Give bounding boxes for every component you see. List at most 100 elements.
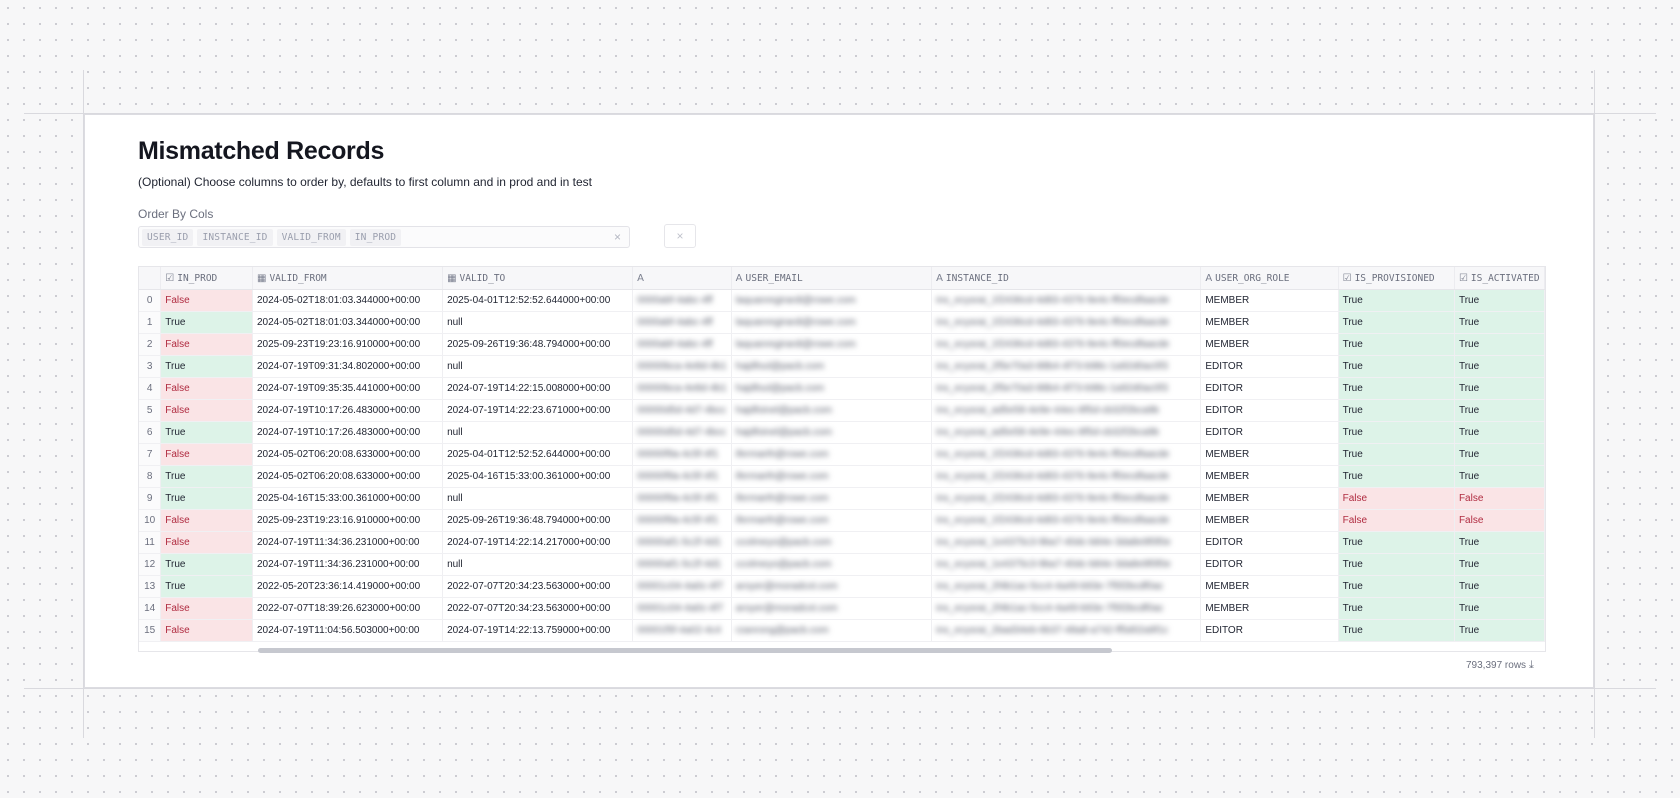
valid-to-cell: 2025-04-16T15:33:00.361000+00:00 <box>442 465 634 488</box>
horizontal-scrollbar[interactable] <box>258 648 1112 653</box>
table-row[interactable]: 9 True 2025-04-16T15:33:00.361000+00:00 nul… <box>139 487 1545 510</box>
clear-selection-icon[interactable]: × <box>614 230 621 244</box>
user-org-role-cell: MEMBER <box>1200 509 1339 532</box>
is-provisioned-cell: True <box>1338 575 1455 598</box>
instance-id-cell: ins_ecysrai_2bad34eb-6b37-48a8-a742-ff5d… <box>931 619 1202 642</box>
user-org-role-cell: EDITOR <box>1200 399 1339 422</box>
is-provisioned-cell: True <box>1338 597 1455 620</box>
records-table[interactable]: ☑ IN_PROD ▦ VALID_FROM ▦ VALID_TO A A USER_EMAIL… <box>138 266 1546 652</box>
instance-id-cell: ins_ecysrai_1f2436cd-4d83-4376-9e4c-ff0e… <box>931 289 1202 312</box>
is-provisioned-cell: True <box>1338 355 1455 378</box>
user-id-cell: 0000abf-4abc-4ff <box>632 311 732 334</box>
is-provisioned-cell: False <box>1338 487 1455 510</box>
column-header[interactable]: ☑ IS_ACTIVATED <box>1454 267 1545 290</box>
in-prod-cell: False <box>160 377 253 400</box>
column-header[interactable]: ▦ VALID_FROM <box>252 267 444 290</box>
user-org-role-cell: MEMBER <box>1200 487 1339 510</box>
user-org-role-cell: EDITOR <box>1200 377 1339 400</box>
table-row[interactable]: 14 False 2022-07-07T18:39:26.623000+00:00 2… <box>139 597 1545 620</box>
valid-from-cell: 2024-07-19T09:31:34.802000+00:00 <box>252 355 444 378</box>
redacted-value: ifermarth@rowe.com <box>735 515 829 526</box>
table-row[interactable]: 3 True 2024-07-19T09:31:34.802000+00:00 nul… <box>139 355 1545 378</box>
row-index-cell: 11 <box>139 531 162 554</box>
redacted-value: 0000abf-4abc-4ff <box>637 339 713 350</box>
user-id-cell: 00000f9a-4c5f-4f1 <box>632 443 732 466</box>
table-row[interactable]: 1 True 2024-05-02T18:01:03.344000+00:00 nul… <box>139 311 1545 334</box>
redacted-value: 0000abf-4abc-4ff <box>637 295 713 306</box>
instance-id-cell: ins_ecysrai_1f2436cd-4d83-4376-9e4c-ff0e… <box>931 311 1202 334</box>
column-header-label: VALID_TO <box>459 272 506 284</box>
user-org-role-cell: EDITOR <box>1200 553 1339 576</box>
is-provisioned-cell: True <box>1338 289 1455 312</box>
table-row[interactable]: 0 False 2024-05-02T18:01:03.344000+00:00 20… <box>139 289 1545 312</box>
clear-all-button[interactable]: × <box>664 224 696 248</box>
column-header[interactable]: ▦ VALID_TO <box>442 267 634 290</box>
column-header-label: IS_PROVISIONED <box>1354 272 1435 284</box>
order-by-chip[interactable]: INSTANCE_ID <box>197 228 273 246</box>
redacted-value: 00000d5d-4d7-4bcc <box>637 427 727 438</box>
redacted-value: 00001c04-4a0c-4f7 <box>637 603 724 614</box>
valid-to-cell: 2022-07-07T20:34:23.563000+00:00 <box>442 575 634 598</box>
column-header[interactable]: A USER_ORG_ROLE <box>1200 267 1339 290</box>
is-provisioned-cell: False <box>1338 509 1455 532</box>
is-provisioned-cell: True <box>1338 377 1455 400</box>
user-org-role-cell: MEMBER <box>1200 289 1339 312</box>
table-row[interactable]: 15 False 2024-07-19T11:04:56.503000+00:00 2… <box>139 619 1545 642</box>
redacted-value: ins_ecysrai_ad5e58-4e9e-44ec-8f5d-cb32f2… <box>936 405 1159 416</box>
redacted-value: laquanregirardi@rowe.com <box>735 295 856 306</box>
column-header-label: USER_ORG_ROLE <box>1215 272 1290 284</box>
order-by-multiselect[interactable]: USER_ID INSTANCE_ID VALID_FROM IN_PROD × <box>138 226 630 248</box>
column-header[interactable] <box>139 267 162 290</box>
is-provisioned-cell: True <box>1338 333 1455 356</box>
user-email-cell: ifermarth@rowe.com <box>731 443 933 466</box>
text-type-icon: A <box>1205 272 1213 284</box>
user-org-role-cell: MEMBER <box>1200 575 1339 598</box>
table-row[interactable]: 6 True 2024-07-19T10:17:26.483000+00:00 nul… <box>139 421 1545 444</box>
column-header-label: IS_ACTIVATED <box>1470 272 1540 284</box>
in-prod-cell: True <box>160 355 253 378</box>
is-activated-cell: True <box>1454 619 1545 642</box>
column-header[interactable]: A INSTANCE_ID <box>931 267 1202 290</box>
user-id-cell: 00000af1-5c2f-4d1 <box>632 553 732 576</box>
in-prod-cell: True <box>160 553 253 576</box>
valid-from-cell: 2025-09-23T19:23:16.910000+00:00 <box>252 509 444 532</box>
table-row[interactable]: 10 False 2025-09-23T19:23:16.910000+00:00 2… <box>139 509 1545 532</box>
table-body: 0 False 2024-05-02T18:01:03.344000+00:00 20… <box>139 289 1545 642</box>
valid-from-cell: 2024-05-02T06:20:08.633000+00:00 <box>252 443 444 466</box>
row-index-cell: 10 <box>139 509 162 532</box>
redacted-value: ccolmeyo@pacb.com <box>735 537 832 548</box>
is-provisioned-cell: True <box>1338 465 1455 488</box>
column-header[interactable]: A USER_EMAIL <box>731 267 933 290</box>
text-type-icon: A <box>735 272 743 284</box>
instance-id-cell: ins_ecysrai_1e4375c3-9ba7-40dc-b84e-3da8… <box>931 553 1202 576</box>
table-row[interactable]: 13 True 2022-05-20T23:36:14.419000+00:00 20… <box>139 575 1545 598</box>
instance-id-cell: ins_ecysrai_2f5e70a3-88b4-4f73-b98c-1a92… <box>931 377 1202 400</box>
order-by-chip[interactable]: USER_ID <box>142 228 194 246</box>
valid-to-cell: 2024-07-19T14:22:13.759000+00:00 <box>442 619 634 642</box>
row-index-cell: 6 <box>139 421 162 444</box>
column-header[interactable]: A <box>632 267 732 290</box>
table-row[interactable]: 8 True 2024-05-02T06:20:08.633000+00:00 202… <box>139 465 1545 488</box>
column-header[interactable]: ☑ IS_PROVISIONED <box>1338 267 1455 290</box>
table-row[interactable]: 7 False 2024-05-02T06:20:08.633000+00:00 20… <box>139 443 1545 466</box>
table-row[interactable]: 5 False 2024-07-19T10:17:26.483000+00:00 20… <box>139 399 1545 422</box>
order-by-chip[interactable]: IN_PROD <box>349 228 402 246</box>
user-id-cell: 00000d5d-4d7-4bcc <box>632 421 732 444</box>
is-activated-cell: True <box>1454 377 1545 400</box>
in-prod-cell: False <box>160 619 253 642</box>
column-header[interactable]: ☑ IN_PROD <box>160 267 253 290</box>
table-row[interactable]: 4 False 2024-07-19T09:35:35.441000+00:00 20… <box>139 377 1545 400</box>
table-row[interactable]: 2 False 2025-09-23T19:23:16.910000+00:00 20… <box>139 333 1545 356</box>
table-row[interactable]: 11 False 2024-07-19T11:34:36.231000+00:00 2… <box>139 531 1545 554</box>
row-index-cell: 5 <box>139 399 162 422</box>
redacted-value: ins_ecysrai_2f5e70a3-88b4-4f73-b98c-1a92… <box>936 361 1168 372</box>
user-id-cell: 00000f9a-4c5f-4f1 <box>632 465 732 488</box>
download-icon[interactable]: ⤓ <box>1529 659 1534 671</box>
redacted-value: ins_ecysrai_1e4375c3-9ba7-40dc-b84e-3da8… <box>936 537 1171 548</box>
order-by-label: Order By Cols <box>138 207 214 221</box>
row-index-cell: 15 <box>139 619 162 642</box>
order-by-chip[interactable]: VALID_FROM <box>276 228 346 246</box>
is-activated-cell: True <box>1454 553 1545 576</box>
is-activated-cell: True <box>1454 465 1545 488</box>
table-row[interactable]: 12 True 2024-07-19T11:34:36.231000+00:00 nu… <box>139 553 1545 576</box>
